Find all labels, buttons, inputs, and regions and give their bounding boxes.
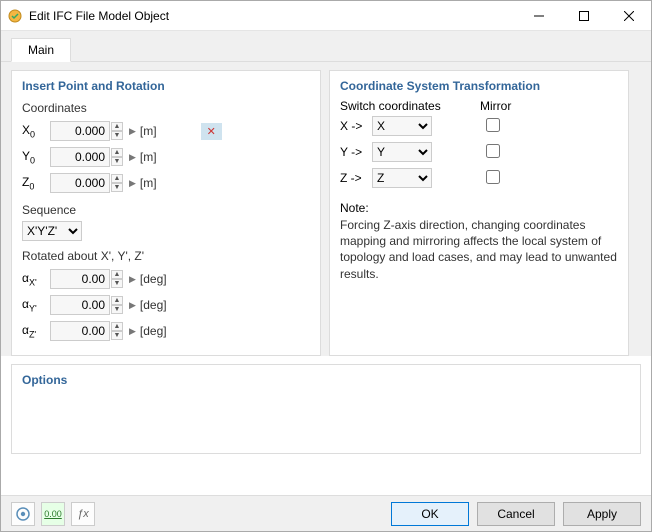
pick-cursor-indicator[interactable]: ✕ bbox=[201, 123, 222, 140]
alpha-z-label: αZ' bbox=[22, 323, 50, 339]
mirror-y-checkbox[interactable] bbox=[486, 144, 500, 158]
rot-row-x: αX' ▲▼ ▶ [deg] bbox=[22, 267, 310, 291]
alpha-z-unit: [deg] bbox=[140, 324, 167, 338]
alpha-z-spinner[interactable]: ▲▼ bbox=[50, 321, 123, 341]
note-heading: Note: bbox=[340, 201, 618, 215]
alpha-y-unit: [deg] bbox=[140, 298, 167, 312]
coord-transform-title: Coordinate System Transformation bbox=[340, 79, 618, 93]
options-title: Options bbox=[22, 373, 630, 387]
alpha-z-pick-button[interactable]: ▶ bbox=[129, 326, 136, 337]
x-input[interactable] bbox=[50, 121, 110, 141]
x-spinner[interactable]: ▲▼ bbox=[50, 121, 123, 141]
y-input[interactable] bbox=[50, 147, 110, 167]
y-pick-button[interactable]: ▶ bbox=[129, 152, 136, 163]
alpha-y-pick-button[interactable]: ▶ bbox=[129, 300, 136, 311]
main-content: Insert Point and Rotation Coordinates X0… bbox=[1, 62, 651, 356]
fx-button[interactable]: ƒx bbox=[71, 502, 95, 526]
z-input[interactable] bbox=[50, 173, 110, 193]
axis-y-select[interactable]: Y bbox=[372, 142, 432, 162]
rot-row-z: αZ' ▲▼ ▶ [deg] bbox=[22, 319, 310, 343]
x-pick-button[interactable]: ▶ bbox=[129, 126, 136, 137]
sequence-select[interactable]: X'Y'Z' bbox=[22, 221, 82, 241]
alpha-x-label: αX' bbox=[22, 271, 50, 287]
alpha-x-input[interactable] bbox=[50, 269, 110, 289]
axis-z-from: Z -> bbox=[340, 171, 372, 185]
minimize-button[interactable] bbox=[516, 1, 561, 30]
axis-x-from: X -> bbox=[340, 119, 372, 133]
z-unit: [m] bbox=[140, 176, 157, 190]
panel-insert-point: Insert Point and Rotation Coordinates X0… bbox=[11, 70, 321, 356]
window-title: Edit IFC File Model Object bbox=[29, 9, 516, 23]
panel-options: Options bbox=[11, 364, 641, 454]
ok-button[interactable]: OK bbox=[391, 502, 469, 526]
close-button[interactable] bbox=[606, 1, 651, 30]
axis-z-select[interactable]: Z bbox=[372, 168, 432, 188]
y-label: Y0 bbox=[22, 149, 50, 165]
axis-row-y: Y -> Y bbox=[340, 139, 618, 165]
x-unit: [m] bbox=[140, 124, 157, 138]
mirror-z-checkbox[interactable] bbox=[486, 170, 500, 184]
switch-coords-label: Switch coordinates bbox=[340, 99, 480, 113]
x-spin-arrows[interactable]: ▲▼ bbox=[111, 122, 123, 140]
panel-coord-transform: Coordinate System Transformation Switch … bbox=[329, 70, 629, 356]
coordinates-label: Coordinates bbox=[22, 101, 310, 115]
cancel-button[interactable]: Cancel bbox=[477, 502, 555, 526]
app-icon bbox=[7, 8, 23, 24]
z-pick-button[interactable]: ▶ bbox=[129, 178, 136, 189]
z-spinner[interactable]: ▲▼ bbox=[50, 173, 123, 193]
note-body: Forcing Z-axis direction, changing coord… bbox=[340, 217, 618, 282]
tab-strip: Main bbox=[1, 31, 651, 62]
mirror-label: Mirror bbox=[480, 99, 511, 113]
insert-point-title: Insert Point and Rotation bbox=[22, 79, 310, 93]
maximize-button[interactable] bbox=[561, 1, 606, 30]
help-icon bbox=[16, 507, 30, 521]
alpha-x-pick-button[interactable]: ▶ bbox=[129, 274, 136, 285]
y-spinner[interactable]: ▲▼ bbox=[50, 147, 123, 167]
dialog-footer: 0.00 ƒx OK Cancel Apply bbox=[1, 495, 651, 531]
axis-row-x: X -> X bbox=[340, 113, 618, 139]
alpha-y-label: αY' bbox=[22, 297, 50, 313]
x-label: X0 bbox=[22, 123, 50, 139]
alpha-z-input[interactable] bbox=[50, 321, 110, 341]
units-button[interactable]: 0.00 bbox=[41, 502, 65, 526]
rotated-about-label: Rotated about X', Y', Z' bbox=[22, 249, 310, 263]
titlebar: Edit IFC File Model Object bbox=[1, 1, 651, 31]
axis-row-z: Z -> Z bbox=[340, 165, 618, 191]
alpha-y-input[interactable] bbox=[50, 295, 110, 315]
coord-row-z: Z0 ▲▼ ▶ [m] bbox=[22, 171, 310, 195]
coord-row-x: X0 ▲▼ ▶ [m] ✕ bbox=[22, 119, 310, 143]
mirror-x-checkbox[interactable] bbox=[486, 118, 500, 132]
alpha-x-unit: [deg] bbox=[140, 272, 167, 286]
rot-row-y: αY' ▲▼ ▶ [deg] bbox=[22, 293, 310, 317]
axis-y-from: Y -> bbox=[340, 145, 372, 159]
help-button[interactable] bbox=[11, 502, 35, 526]
apply-button[interactable]: Apply bbox=[563, 502, 641, 526]
y-spin-arrows[interactable]: ▲▼ bbox=[111, 148, 123, 166]
alpha-y-spinner[interactable]: ▲▼ bbox=[50, 295, 123, 315]
z-label: Z0 bbox=[22, 175, 50, 191]
z-spin-arrows[interactable]: ▲▼ bbox=[111, 174, 123, 192]
tab-main[interactable]: Main bbox=[11, 38, 71, 62]
sequence-label: Sequence bbox=[22, 203, 310, 217]
coord-row-y: Y0 ▲▼ ▶ [m] bbox=[22, 145, 310, 169]
axis-x-select[interactable]: X bbox=[372, 116, 432, 136]
alpha-x-spinner[interactable]: ▲▼ bbox=[50, 269, 123, 289]
y-unit: [m] bbox=[140, 150, 157, 164]
